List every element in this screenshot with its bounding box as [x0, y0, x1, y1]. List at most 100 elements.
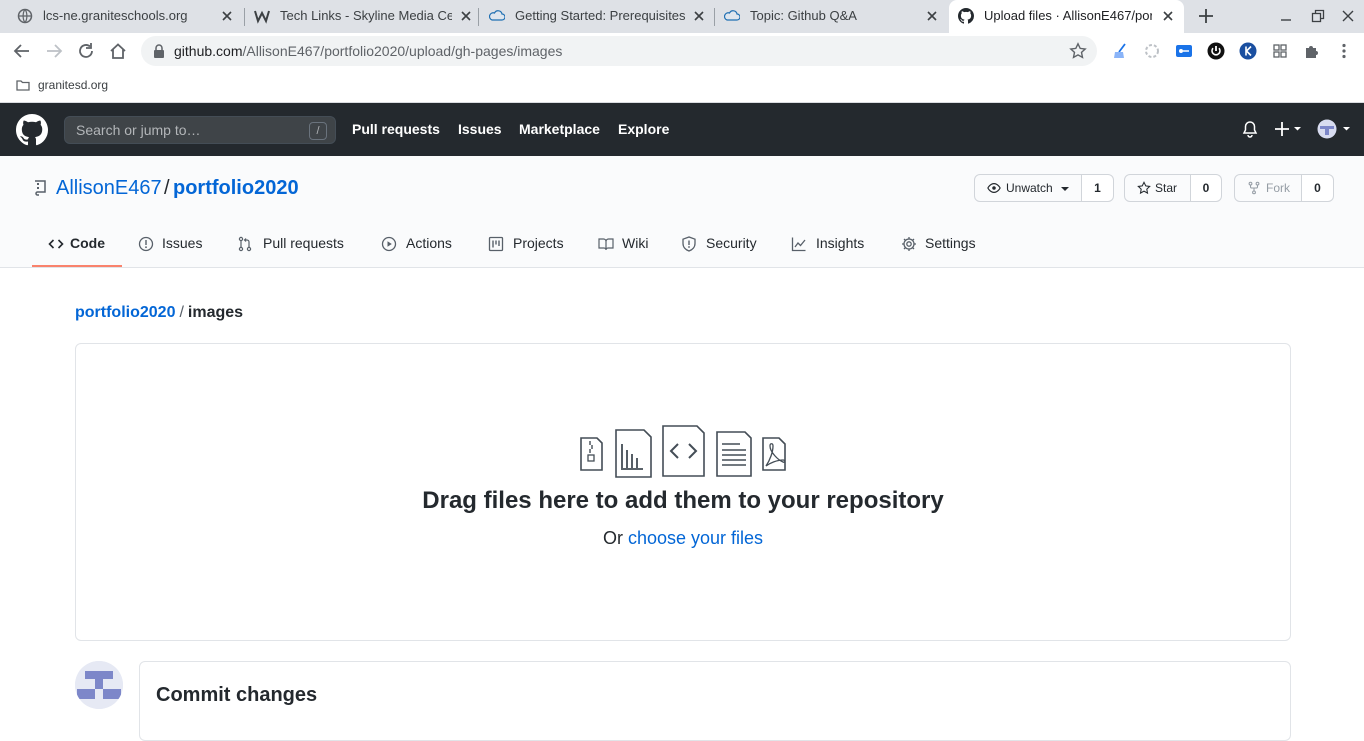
tab-insights-label: Insights: [816, 235, 865, 251]
tab-security[interactable]: Security: [681, 221, 773, 267]
tab-title: Getting Started: Prerequisites: [515, 8, 685, 23]
globe-icon: [17, 8, 33, 24]
global-search-input[interactable]: Search or jump to… /: [64, 116, 336, 144]
or-text: Or: [602, 528, 628, 548]
k-icon[interactable]: [1239, 42, 1257, 60]
github-logo-icon[interactable]: [16, 114, 48, 146]
tab-security-label: Security: [706, 235, 757, 251]
watch-button-group: Unwatch 1: [974, 174, 1114, 202]
tab-projects[interactable]: Projects: [488, 221, 580, 267]
lock-icon[interactable]: [153, 44, 165, 58]
browser-toolbar: github.com/AllisonE467/portfolio2020/upl…: [0, 33, 1364, 69]
bookmark-granitesd[interactable]: granitesd.org: [38, 77, 108, 93]
fork-icon: [1248, 181, 1260, 195]
folder-icon: [16, 80, 30, 91]
browser-tab-2[interactable]: Tech Links - Skyline Media Cente: [245, 0, 478, 33]
browser-tab-5-active[interactable]: Upload files · AllisonE467/portfolio2020: [949, 0, 1184, 33]
window-close-icon[interactable]: [1340, 8, 1356, 24]
puzzle-icon[interactable]: [1303, 42, 1321, 60]
close-icon[interactable]: [692, 9, 706, 23]
breadcrumb: portfolio2020/images: [75, 303, 243, 323]
header-nav-explore[interactable]: Explore: [618, 121, 669, 138]
url-path: /AllisonE467/portfolio2020/upload/gh-pag…: [242, 43, 563, 59]
power-icon[interactable]: [1207, 42, 1225, 60]
drop-zone-title: Drag files here to add them to your repo…: [422, 487, 944, 514]
issue-opened-icon: [138, 236, 154, 252]
browser-tab-4[interactable]: Topic: Github Q&A: [715, 0, 947, 33]
tab-insights[interactable]: Insights: [791, 221, 883, 267]
stargazers-count[interactable]: 0: [1191, 174, 1222, 202]
tab-actions[interactable]: Actions: [381, 221, 471, 267]
graph-icon: [791, 237, 806, 252]
grid-icon[interactable]: [1271, 42, 1289, 60]
close-icon[interactable]: [1161, 9, 1175, 23]
caret-down-icon: [1061, 187, 1069, 191]
tab-title: Upload files · AllisonE467/portfolio2020: [984, 8, 1152, 23]
repo-icon: [35, 180, 46, 196]
watchers-count[interactable]: 1: [1082, 174, 1114, 202]
tab-wiki-label: Wiki: [622, 235, 649, 251]
file-types-icon: [580, 425, 786, 478]
spinner-icon[interactable]: [1143, 42, 1161, 60]
github-header: Search or jump to… / Pull requests Issue…: [0, 103, 1364, 156]
tab-pull-requests-label: Pull requests: [263, 235, 344, 251]
identicon-icon: [75, 661, 123, 709]
tab-settings-label: Settings: [925, 235, 976, 251]
bookmarks-bar: granitesd.org: [0, 69, 1364, 103]
shield-icon: [682, 236, 696, 252]
address-bar[interactable]: github.com/AllisonE467/portfolio2020/upl…: [141, 36, 1097, 66]
code-icon: [48, 239, 64, 249]
forward-arrow-icon[interactable]: [44, 41, 64, 61]
minimize-icon[interactable]: [1278, 8, 1294, 24]
close-icon[interactable]: [220, 9, 234, 23]
tab-issues[interactable]: Issues: [138, 221, 218, 267]
file-drop-zone[interactable]: Drag files here to add them to your repo…: [75, 343, 1291, 641]
fork-button-group: Fork 0: [1234, 174, 1334, 202]
header-nav-issues[interactable]: Issues: [458, 121, 502, 138]
commit-changes-panel: Commit changes: [139, 661, 1291, 741]
menu-dots-icon[interactable]: [1335, 42, 1353, 60]
tab-title: Topic: Github Q&A: [750, 8, 857, 23]
repo-name-link[interactable]: portfolio2020: [173, 176, 299, 200]
notifications-bell-icon[interactable]: [1241, 120, 1259, 138]
user-avatar-menu[interactable]: [1317, 119, 1353, 139]
repo-owner-link[interactable]: AllisonE467: [56, 176, 162, 200]
forks-count[interactable]: 0: [1302, 174, 1334, 202]
book-icon: [598, 238, 614, 251]
tab-projects-label: Projects: [513, 235, 564, 251]
breadcrumb-current-dir: images: [187, 304, 244, 321]
star-button[interactable]: Star: [1124, 174, 1191, 202]
key-card-icon[interactable]: [1175, 42, 1193, 60]
new-tab-plus-icon[interactable]: [1196, 6, 1216, 26]
header-nav-marketplace[interactable]: Marketplace: [519, 121, 600, 138]
create-new-plus-icon[interactable]: [1273, 120, 1303, 138]
play-icon: [381, 236, 397, 252]
home-icon[interactable]: [108, 41, 128, 61]
close-icon[interactable]: [925, 9, 939, 23]
choose-files-link[interactable]: choose your files: [628, 528, 763, 548]
close-icon[interactable]: [459, 9, 473, 23]
tab-code[interactable]: Code: [48, 221, 122, 267]
back-arrow-icon[interactable]: [12, 41, 32, 61]
header-nav-pull-requests[interactable]: Pull requests: [352, 121, 440, 138]
reload-icon[interactable]: [76, 41, 96, 61]
gear-icon: [902, 237, 916, 251]
tab-issues-label: Issues: [162, 235, 203, 251]
tab-title: lcs-ne.graniteschools.org: [43, 8, 188, 23]
tab-pull-requests[interactable]: Pull requests: [237, 221, 357, 267]
url-host: github.com: [174, 43, 243, 59]
unwatch-button[interactable]: Unwatch: [974, 174, 1082, 202]
tab-settings[interactable]: Settings: [901, 221, 993, 267]
broom-icon[interactable]: [1111, 42, 1129, 60]
url-text: github.com/AllisonE467/portfolio2020/upl…: [174, 43, 562, 59]
bookmark-star-icon[interactable]: [1069, 42, 1087, 60]
browser-tab-1[interactable]: lcs-ne.graniteschools.org: [8, 0, 244, 33]
browser-tab-3[interactable]: Getting Started: Prerequisites: [480, 0, 714, 33]
restore-icon[interactable]: [1310, 8, 1326, 24]
breadcrumb-repo-link[interactable]: portfolio2020: [75, 304, 175, 321]
fork-button[interactable]: Fork: [1234, 174, 1302, 202]
unwatch-label: Unwatch: [1006, 181, 1053, 195]
tab-wiki[interactable]: Wiki: [598, 221, 662, 267]
github-icon: [958, 8, 974, 24]
search-shortcut-key: /: [309, 122, 327, 140]
